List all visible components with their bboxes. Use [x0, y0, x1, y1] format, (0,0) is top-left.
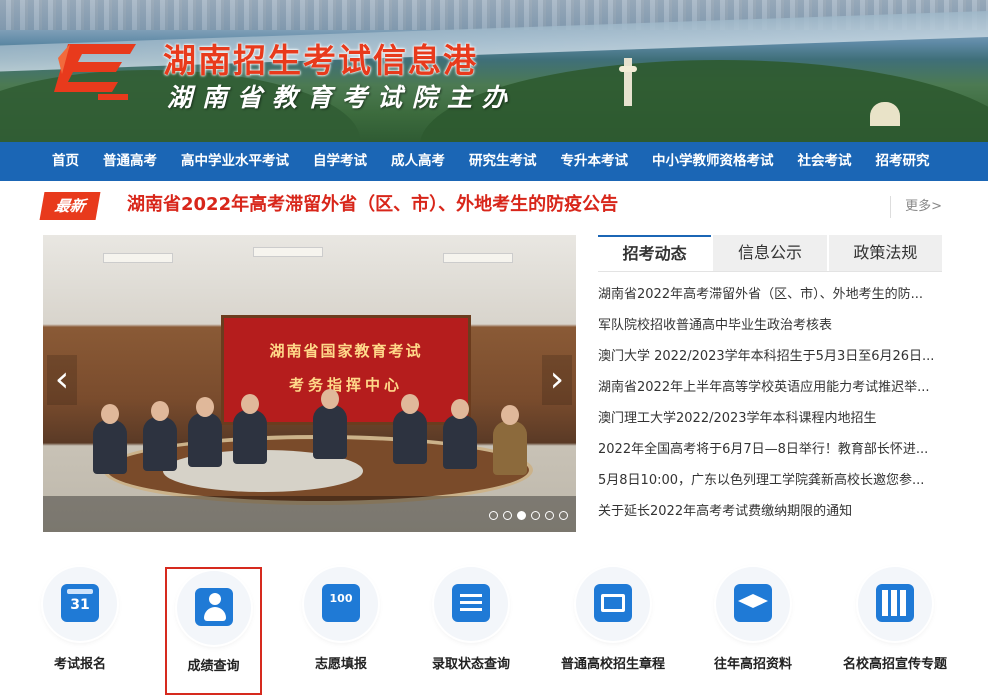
service-score-query[interactable]: 成绩查询: [165, 567, 262, 695]
service-admission-status[interactable]: 录取状态查询: [411, 565, 531, 695]
header-banner: 湖南招生考试信息港 湖南省教育考试院主办: [0, 0, 988, 142]
meeting-room-screen: 湖南省国家教育考试 考务指挥中心: [221, 315, 471, 425]
news-panel: 招考动态 信息公示 政策法规 湖南省2022年高考滞留外省（区、市）、外地考生的…: [598, 235, 942, 535]
service-icon-circle: [576, 567, 650, 641]
graduation-cap-icon: [734, 584, 772, 622]
more-link[interactable]: 更多>: [890, 196, 942, 218]
user-icon: [194, 588, 233, 626]
news-list-item[interactable]: 湖南省2022年高考滞留外省（区、市）、外地考生的防...: [598, 279, 942, 310]
site-title: 湖南招生考试信息港: [163, 41, 478, 80]
tv-tower-decoration: [619, 58, 637, 106]
nav-item-social-exam[interactable]: 社会考试: [786, 142, 864, 181]
slide-dots: [489, 511, 568, 520]
nav-item-home[interactable]: 首页: [40, 142, 91, 181]
site-logo-icon[interactable]: [48, 40, 138, 104]
nav-item-upgrade[interactable]: 专升本考试: [549, 142, 641, 181]
slide-dot[interactable]: [531, 511, 540, 520]
news-list-item[interactable]: 澳门理工大学2022/2023学年本科课程内地招生: [598, 403, 942, 434]
ceiling-light: [253, 247, 323, 257]
ceiling-light: [103, 253, 173, 263]
slide-dot[interactable]: [503, 511, 512, 520]
tab-public-info[interactable]: 信息公示: [711, 235, 827, 271]
news-list-item[interactable]: 5月8日10:00，广东以色列理工学院龚新高校长邀您参...: [598, 465, 942, 496]
service-label: 成绩查询: [187, 659, 240, 674]
service-icon-circle: 100: [304, 567, 378, 641]
calendar-icon: 31: [61, 584, 99, 622]
slide-dot[interactable]: [517, 511, 526, 520]
service-icon-circle: [858, 567, 932, 641]
news-list-item[interactable]: 关于延长2022年高考考试费缴纳期限的通知: [598, 496, 942, 527]
news-list: 湖南省2022年高考滞留外省（区、市）、外地考生的防... 军队院校招收普通高中…: [598, 279, 942, 527]
latest-badge: 最新: [39, 192, 101, 220]
service-icon-circle: [434, 567, 508, 641]
nav-item-teacher-cert[interactable]: 中小学教师资格考试: [640, 142, 786, 181]
nav-item-adult-exam[interactable]: 成人高考: [379, 142, 457, 181]
nav-item-self-study[interactable]: 自学考试: [301, 142, 379, 181]
news-list-item[interactable]: 2022年全国高考将于6月7日—8日举行！教育部长怀进...: [598, 434, 942, 465]
service-application-fill[interactable]: 100 志愿填报: [281, 565, 401, 695]
next-slide-chevron-right-icon[interactable]: ›: [542, 355, 572, 405]
meeting-attendee: [313, 389, 347, 459]
latest-news-bar: 最新 湖南省2022年高考滞留外省（区、市）、外地考生的防疫公告 更多>: [39, 192, 942, 222]
slide-dot[interactable]: [545, 511, 554, 520]
latest-headline-link[interactable]: 湖南省2022年高考滞留外省（区、市）、外地考生的防疫公告: [127, 192, 618, 218]
meeting-attendee: [93, 404, 127, 474]
service-icon-circle: 31: [43, 567, 117, 641]
meeting-attendee: [143, 401, 177, 471]
service-label: 普通高校招生章程: [560, 657, 665, 672]
slide-dot[interactable]: [559, 511, 568, 520]
prev-slide-chevron-left-icon[interactable]: ‹: [47, 355, 77, 405]
service-icon-circle: [176, 571, 251, 645]
main-nav: 首页 普通高考 高中学业水平考试 自学考试 成人高考 研究生考试 专升本考试 中…: [0, 142, 988, 181]
tab-admission-news[interactable]: 招考动态: [598, 235, 712, 271]
news-tabs: 招考动态 信息公示 政策法规: [598, 235, 942, 272]
mail-icon: [594, 584, 632, 622]
service-label: 录取状态查询: [431, 657, 510, 672]
ceiling-light: [443, 253, 513, 263]
service-past-materials[interactable]: 往年高招资料: [693, 565, 813, 695]
building-decoration: [870, 102, 900, 126]
nav-item-research[interactable]: 招考研究: [864, 142, 942, 181]
service-label: 志愿填报: [314, 657, 367, 672]
news-list-item[interactable]: 澳门大学 2022/2023学年本科招生于5月3日至6月26日...: [598, 341, 942, 372]
service-icon-circle: [716, 567, 790, 641]
nav-item-academic-test[interactable]: 高中学业水平考试: [169, 142, 301, 181]
quick-services: 31 考试报名 成绩查询 100 志愿填报 录取状态查询 普通高校招生章程 往年…: [0, 565, 988, 697]
meeting-attendee: [393, 394, 427, 464]
nav-item-postgraduate[interactable]: 研究生考试: [457, 142, 549, 181]
service-label: 考试报名: [53, 657, 106, 672]
books-icon: [876, 584, 914, 622]
service-exam-registration[interactable]: 31 考试报名: [20, 565, 140, 695]
slide-dot[interactable]: [489, 511, 498, 520]
document-edit-icon: [452, 584, 490, 622]
meeting-attendee: [493, 405, 527, 475]
screen-text-line2: 考务指挥中心: [288, 376, 403, 394]
site-subtitle: 湖南省教育考试院主办: [167, 83, 518, 112]
news-list-item[interactable]: 军队院校招收普通高中毕业生政治考核表: [598, 310, 942, 341]
score-search-icon: 100: [322, 584, 360, 622]
service-label: 名校高招宣传专题: [842, 657, 947, 672]
screen-text-line1: 湖南省国家教育考试: [269, 342, 423, 360]
nav-item-gaokao[interactable]: 普通高考: [91, 142, 169, 181]
service-university-promo[interactable]: 名校高招宣传专题: [835, 565, 955, 695]
service-admission-charter[interactable]: 普通高校招生章程: [553, 565, 673, 695]
meeting-attendee: [188, 397, 222, 467]
news-list-item[interactable]: 湖南省2022年上半年高等学校英语应用能力考试推迟举...: [598, 372, 942, 403]
meeting-attendee: [233, 394, 267, 464]
tab-policy[interactable]: 政策法规: [826, 235, 942, 271]
meeting-attendee: [443, 399, 477, 469]
service-label: 往年高招资料: [713, 657, 792, 672]
photo-slideshow[interactable]: 湖南省国家教育考试 考务指挥中心 ‹ ›: [43, 235, 576, 532]
